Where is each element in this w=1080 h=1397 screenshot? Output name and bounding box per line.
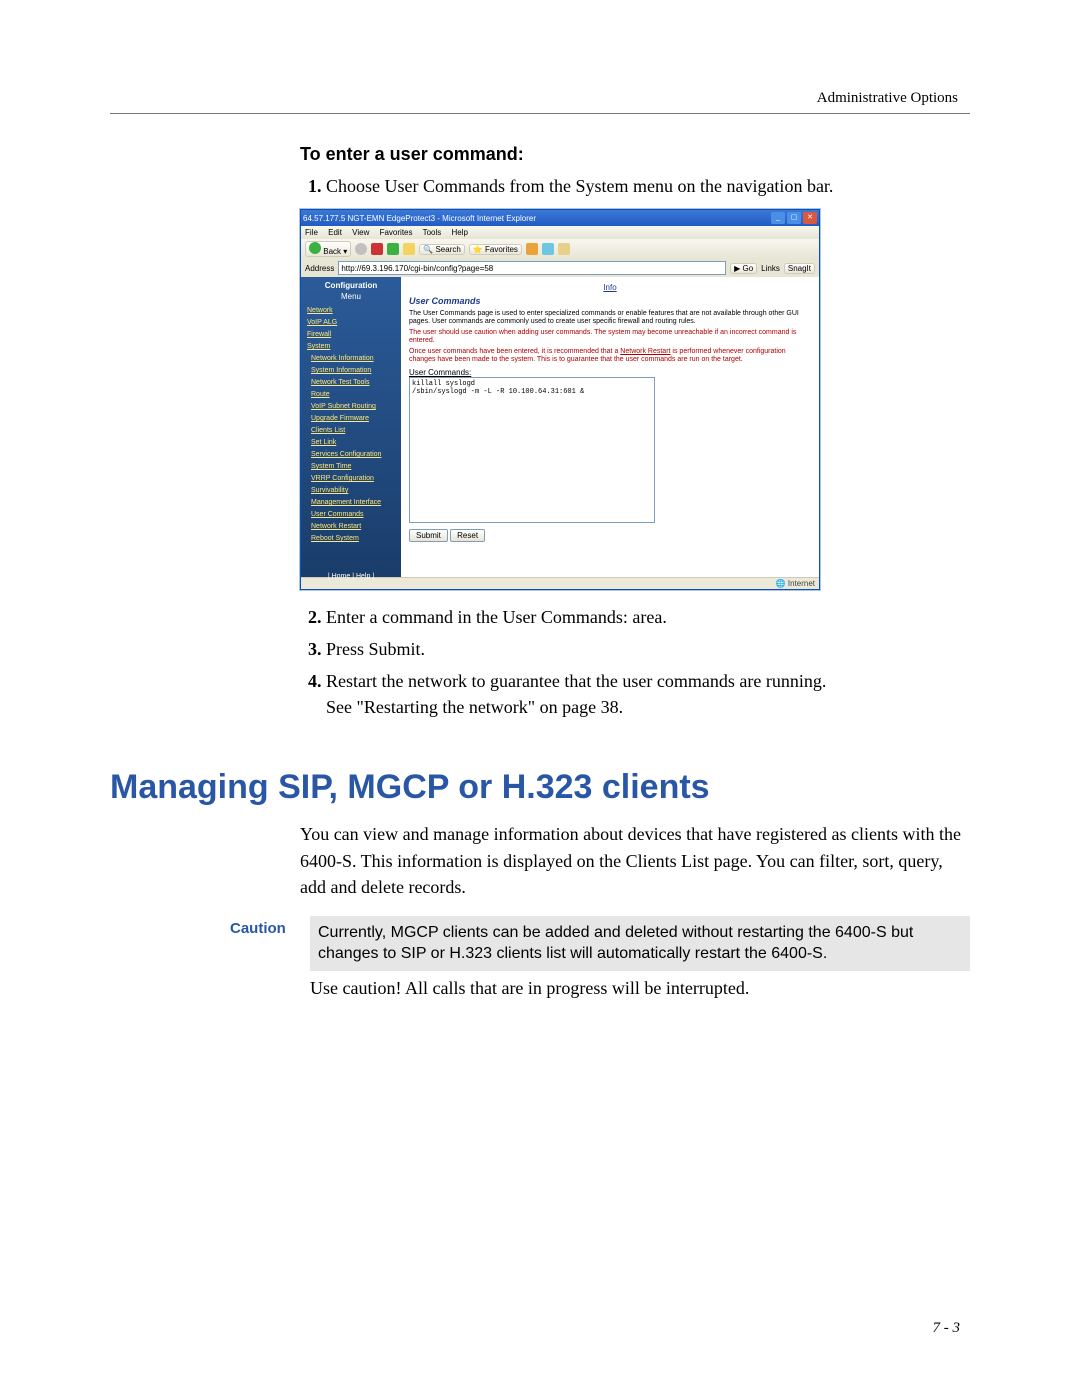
procedure-heading: To enter a user command: [300,144,970,165]
menu-view[interactable]: View [352,228,369,237]
panel-title: User Commands [409,296,811,306]
go-button[interactable]: ▶ Go [730,263,757,274]
back-button[interactable]: Back ▾ [305,241,351,257]
menu-file[interactable]: File [305,228,318,237]
menu-help[interactable]: Help [452,228,468,237]
panel-warn-1: The user should use caution when adding … [409,329,811,346]
ie-title-text: 64.57.177.5 NGT-EMN EdgeProtect3 - Micro… [303,214,536,223]
ie-toolbar: Back ▾ 🔍 Search ⭐ Favorites [301,239,819,259]
step-1: Choose User Commands from the System men… [326,173,970,199]
refresh-icon[interactable] [387,243,399,255]
step-2: Enter a command in the User Commands: ar… [326,604,970,630]
sidebar-sub-reboot[interactable]: Reboot System [305,533,397,545]
step-4-text-a: Restart the network to guarantee that th… [326,671,826,691]
running-header: Administrative Options [110,90,958,107]
search-button[interactable]: 🔍 Search [419,244,465,255]
ie-titlebar: 64.57.177.5 NGT-EMN EdgeProtect3 - Micro… [301,210,819,226]
snagit-button[interactable]: SnagIt [784,263,815,274]
sidebar-item-network[interactable]: Network [305,305,397,317]
reset-button[interactable]: Reset [450,529,485,542]
sidebar-sub-clients[interactable]: Clients List [305,425,397,437]
ie-menu-bar: File Edit View Favorites Tools Help [301,226,819,239]
caution-body: Currently, MGCP clients can be added and… [310,916,970,1017]
panel-warn-2: Once user commands have been entered, it… [409,348,811,365]
status-right: 🌐 Internet [776,579,815,588]
caution-boxed-text: Currently, MGCP clients can be added and… [310,916,970,971]
sidebar-item-firewall[interactable]: Firewall [305,329,397,341]
menu-favorites[interactable]: Favorites [380,228,413,237]
sidebar-sub-upgrade[interactable]: Upgrade Firmware [305,413,397,425]
section-heading: Managing SIP, MGCP or H.323 clients [110,768,970,807]
sidebar-sub-systime[interactable]: System Time [305,461,397,473]
intro-paragraph: You can view and manage information abou… [300,821,970,899]
home-icon[interactable] [403,243,415,255]
step-4: Restart the network to guarantee that th… [326,668,970,720]
steps-list-1: Choose User Commands from the System men… [300,173,970,199]
user-commands-label: User Commands: [409,368,811,377]
ie-viewport: Configuration Menu Network VoIP ALG Fire… [301,277,819,577]
sidebar-title: Configuration [305,281,397,290]
sidebar-sub-services[interactable]: Services Configuration [305,449,397,461]
sidebar-footer[interactable]: | Home | Help | [305,573,397,580]
body-column: To enter a user command: Choose User Com… [300,144,970,1017]
main-panel: Info User Commands The User Commands pag… [401,277,819,577]
sidebar-item-voip-alg[interactable]: VoIP ALG [305,317,397,329]
ie-window: 64.57.177.5 NGT-EMN EdgeProtect3 - Micro… [300,209,820,590]
steps-list-2: Enter a command in the User Commands: ar… [300,604,970,720]
address-label: Address [305,264,334,273]
sidebar-sub-setlink[interactable]: Set Link [305,437,397,449]
sidebar-sub-vrrp[interactable]: VRRP Configuration [305,473,397,485]
config-sidebar: Configuration Menu Network VoIP ALG Fire… [301,277,401,577]
sidebar-sub-nettest[interactable]: Network Test Tools [305,377,397,389]
header-divider [110,113,970,114]
menu-tools[interactable]: Tools [423,228,442,237]
sidebar-item-system[interactable]: System [305,341,397,353]
menu-edit[interactable]: Edit [328,228,342,237]
submit-button[interactable]: Submit [409,529,448,542]
panel-desc: The User Commands page is used to enter … [409,310,811,327]
caution-followup: Use caution! All calls that are in progr… [310,975,970,1001]
sidebar-sub-mgmt[interactable]: Management Interface [305,497,397,509]
window-close-button[interactable]: ✕ [803,212,817,224]
page-number: 7 - 3 [933,1320,961,1337]
embedded-screenshot: 64.57.177.5 NGT-EMN EdgeProtect3 - Micro… [300,209,820,590]
sidebar-sub-route[interactable]: Route [305,389,397,401]
caution-label: Caution [230,916,310,937]
forward-icon[interactable] [355,243,367,255]
sidebar-sub-voip-subnet[interactable]: VoIP Subnet Routing [305,401,397,413]
sidebar-sub-network-info[interactable]: Network Information [305,353,397,365]
caution-block: Caution Currently, MGCP clients can be a… [300,916,970,1017]
stop-icon[interactable] [371,243,383,255]
mail-icon[interactable] [542,243,554,255]
user-commands-textarea[interactable] [409,377,655,523]
window-maximize-button[interactable]: ▢ [787,212,801,224]
favorites-button[interactable]: ⭐ Favorites [469,244,522,255]
document-page: Administrative Options To enter a user c… [0,0,1080,1397]
window-minimize-button[interactable]: _ [771,212,785,224]
sidebar-sub-usercmd[interactable]: User Commands [305,509,397,521]
print-icon[interactable] [558,243,570,255]
ie-address-bar: Address ▶ Go Links SnagIt [301,259,819,277]
sidebar-sub-survive[interactable]: Survivability [305,485,397,497]
step-2-text: Enter a command in the User Commands: ar… [326,607,667,627]
address-input[interactable] [338,261,726,275]
sidebar-sub-netrestart[interactable]: Network Restart [305,521,397,533]
sidebar-sub-system-info[interactable]: System Information [305,365,397,377]
step-3-text: Press Submit. [326,639,425,659]
step-4-text-b: See "Restarting the network" on page 38. [326,697,623,717]
history-icon[interactable] [526,243,538,255]
sidebar-subtitle: Menu [305,292,397,301]
network-restart-link[interactable]: Network Restart [620,348,670,355]
step-1-text: Choose User Commands from the System men… [326,176,833,196]
step-3: Press Submit. [326,636,970,662]
info-link[interactable]: Info [409,283,811,292]
links-label: Links [761,264,780,273]
